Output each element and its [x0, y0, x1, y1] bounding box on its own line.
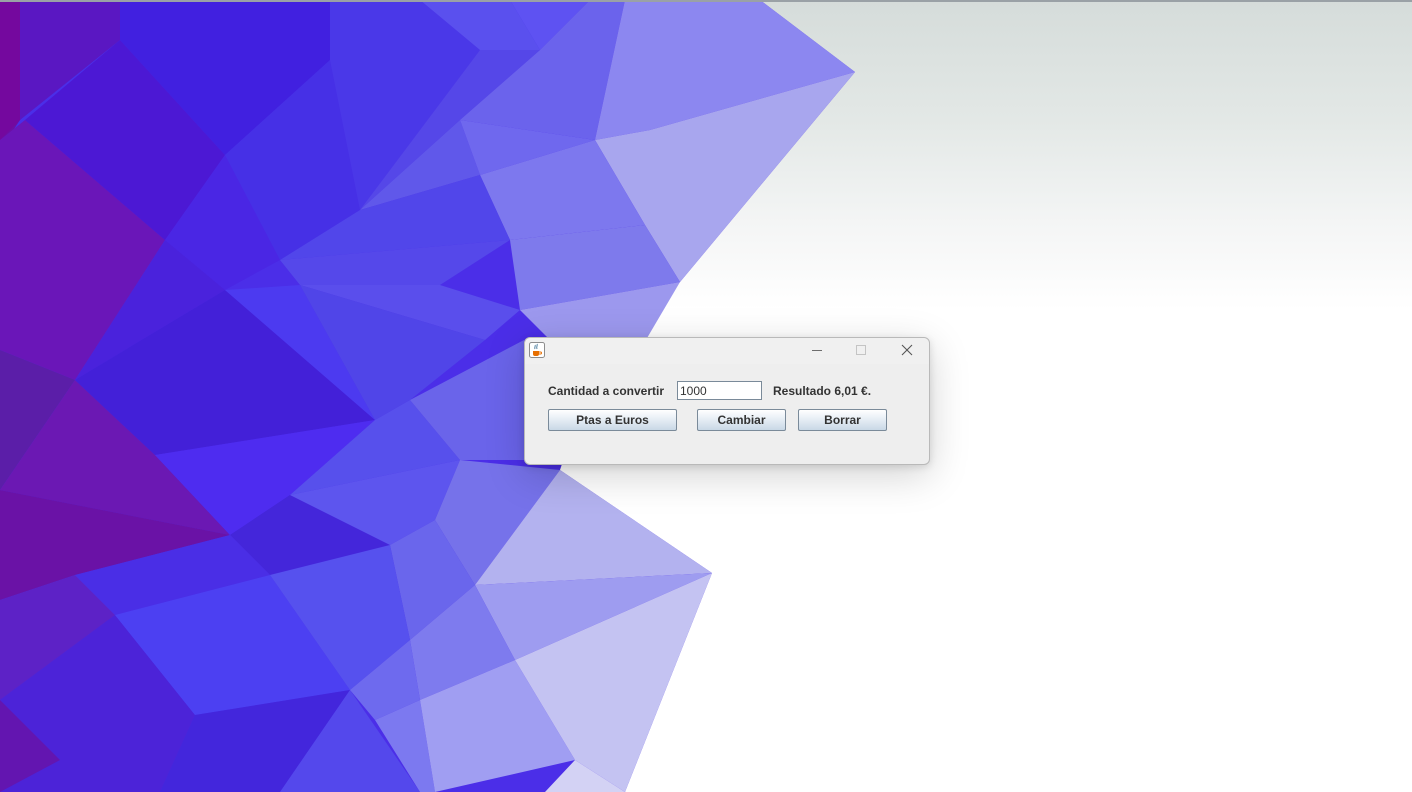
title-bar[interactable]: [525, 338, 929, 364]
amount-input[interactable]: [677, 381, 762, 400]
minimize-button[interactable]: [795, 338, 839, 362]
clear-button[interactable]: Borrar: [798, 409, 887, 431]
convert-button[interactable]: Ptas a Euros: [548, 409, 677, 431]
switch-direction-button[interactable]: Cambiar: [697, 409, 786, 431]
converter-window: Cantidad a convertir Resultado 6,01 €. P…: [524, 337, 930, 465]
maximize-icon: [856, 345, 866, 355]
maximize-button[interactable]: [839, 338, 883, 362]
screen-top-edge: [0, 0, 1412, 2]
amount-label: Cantidad a convertir: [548, 384, 665, 398]
java-coffee-icon: [529, 342, 545, 358]
close-icon: [901, 344, 913, 356]
desktop: Cantidad a convertir Resultado 6,01 €. P…: [0, 0, 1412, 792]
result-label: Resultado 6,01 €.: [773, 384, 872, 398]
minimize-icon: [812, 350, 822, 351]
close-button[interactable]: [885, 338, 929, 362]
